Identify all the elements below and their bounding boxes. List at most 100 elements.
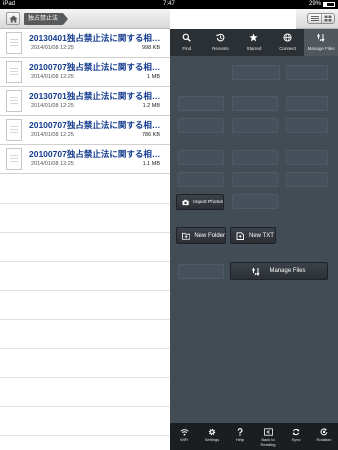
file-date: 2014/01/08 12:25 (31, 45, 74, 51)
new-folder-label: New Folder (194, 232, 225, 239)
manage-files-button[interactable]: Manage Files (230, 262, 328, 280)
tab-recents[interactable]: Recents (204, 29, 238, 56)
pdf-file-icon (6, 32, 22, 54)
tab-label: Connect (279, 46, 296, 51)
empty-row-divider (0, 348, 170, 349)
bottom-label: Settings (204, 437, 220, 442)
battery-percent: 29% (308, 1, 321, 7)
help-button[interactable]: Help (226, 423, 254, 450)
tab-label: Recents (212, 46, 229, 51)
file-row[interactable]: 20100707独占禁止法に関する相談事例集（平成19年度）.pdf 2014/… (0, 145, 170, 174)
disabled-action-button (286, 118, 328, 133)
file-list: 20130401独占禁止法に関する相談事例集（平成24年度）.pdf 2014/… (0, 29, 170, 450)
file-name: 20100707独占禁止法に関する相談事例集（平成19年度）.pdf (29, 149, 163, 159)
empty-row-divider (0, 203, 170, 204)
file-row[interactable]: 20130701独占禁止法に関する相談事例集（平成22年度）.pdf 2014/… (0, 87, 170, 116)
empty-row-divider (0, 406, 170, 407)
tab-label: Manage Files (307, 46, 335, 51)
new-txt-button[interactable]: New TXT (230, 227, 276, 244)
bottom-label: Rotation (316, 437, 332, 442)
battery-icon (323, 2, 335, 7)
rotation-button[interactable]: Rotation (310, 423, 338, 450)
manage-files-label: Manage Files (269, 268, 306, 274)
pdf-file-icon (6, 90, 22, 112)
file-name: 20100707独占禁止法に関する相談事例集（平成20年度）.pdf (29, 120, 163, 130)
file-name: 20130701独占禁止法に関する相談事例集（平成22年度）.pdf (29, 91, 163, 101)
tab-label: Starred (246, 46, 262, 51)
tab-starred[interactable]: Starred (237, 29, 271, 56)
tab-connect[interactable]: Connect (271, 29, 305, 56)
file-size: 1 MB (147, 74, 160, 80)
new-folder-button[interactable]: New Folder (176, 227, 226, 244)
list-view-icon (311, 16, 319, 21)
sync-button[interactable]: Sync (282, 423, 310, 450)
manage-files-icon (252, 266, 260, 276)
bottom-label: WiFi (180, 437, 188, 442)
disabled-action-button (232, 118, 278, 133)
star-icon (249, 33, 259, 42)
new-txt-label: New TXT (249, 232, 274, 239)
file-date: 2014/01/08 12:25 (31, 161, 74, 167)
file-size: 786 KB (141, 132, 160, 138)
disabled-action-button (178, 118, 224, 133)
toggle-divider (321, 14, 322, 23)
search-icon (182, 33, 192, 42)
disabled-action-button (232, 96, 278, 111)
file-row[interactable]: 20130401独占禁止法に関する相談事例集（平成24年度）.pdf 2014/… (0, 29, 170, 58)
add-folder-icon (182, 232, 191, 240)
file-name: 20100707独占禁止法に関する相談事例集（平成21年度）.pdf (29, 62, 163, 72)
file-row[interactable]: 20100707独占禁止法に関する相談事例集（平成20年度）.pdf 2014/… (0, 116, 170, 145)
disabled-action-button (286, 150, 328, 165)
disabled-action-button (178, 172, 224, 187)
file-row[interactable]: 20100707独占禁止法に関する相談事例集（平成21年度）.pdf 2014/… (0, 58, 170, 87)
back-to-reading-button[interactable]: Back to Reading (254, 423, 282, 450)
back-to-reading-icon (263, 428, 273, 436)
file-size: 998 KB (141, 45, 160, 51)
import-photos-label: Import Photos (193, 199, 223, 205)
status-bar: iPad 7:47 29% (0, 0, 338, 9)
disabled-action-button (232, 65, 280, 80)
file-size: 1.2 MB (142, 103, 160, 109)
camera-icon (182, 199, 189, 205)
wifi-icon (179, 429, 189, 436)
disabled-action-button (286, 96, 328, 111)
bottom-label: Sync (291, 437, 301, 442)
new-text-file-icon (236, 231, 244, 240)
view-toggle-bar (296, 9, 338, 29)
settings-button[interactable]: Settings (198, 423, 226, 450)
file-date: 2014/01/08 12:25 (31, 132, 74, 138)
bottom-label: Back to Reading (260, 437, 276, 447)
wifi-button[interactable]: WiFi (170, 423, 198, 450)
file-browser-toolbar: 独占禁止法 (0, 9, 170, 29)
battery-indicator: 29% (309, 0, 335, 9)
pdf-file-icon (6, 148, 22, 170)
empty-row-divider (0, 261, 170, 262)
import-photos-button[interactable]: Import Photos (176, 194, 224, 210)
bottom-label: Help (235, 437, 245, 442)
file-name: 20130401独占禁止法に関する相談事例集（平成24年度）.pdf (29, 33, 163, 43)
empty-row-divider (0, 319, 170, 320)
sync-icon (292, 428, 300, 436)
file-size: 1.1 MB (142, 161, 160, 167)
gear-icon (208, 428, 216, 436)
clock: 7:47 (163, 1, 175, 7)
home-button[interactable] (6, 12, 20, 25)
bottom-toolbar: WiFi Settings Help Back to Reading Sync … (170, 423, 338, 450)
disabled-action-button (232, 194, 278, 209)
breadcrumb-current-folder[interactable]: 独占禁止法 (24, 13, 69, 25)
empty-row-divider (0, 377, 170, 378)
tab-manage-files[interactable]: Manage Files (304, 29, 338, 56)
file-date: 2014/01/08 12:25 (31, 74, 74, 80)
view-toggle[interactable] (307, 13, 335, 24)
file-date: 2014/01/08 12:25 (31, 103, 74, 109)
pdf-file-icon (6, 61, 22, 83)
empty-row-divider (0, 290, 170, 291)
globe-icon (283, 33, 292, 42)
empty-row-divider (0, 232, 170, 233)
disabled-action-button (178, 96, 224, 111)
tab-find[interactable]: Find (170, 29, 204, 56)
empty-row-divider (0, 435, 170, 436)
home-icon (9, 15, 17, 22)
disabled-action-button (232, 172, 278, 187)
rotation-icon (320, 428, 328, 436)
